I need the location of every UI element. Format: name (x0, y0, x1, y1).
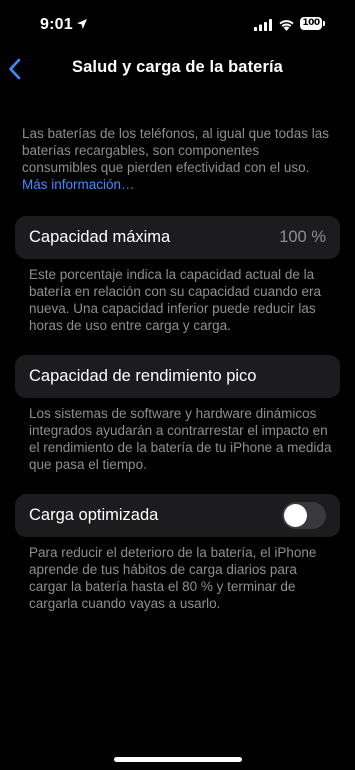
back-button[interactable] (4, 54, 28, 84)
peak-performance-row: Capacidad de rendimiento pico (15, 355, 340, 398)
battery-tip (323, 21, 325, 26)
max-capacity-label: Capacidad máxima (29, 228, 171, 246)
optimized-charging-row: Carga optimizada (15, 494, 340, 537)
intro-text: Las baterías de los teléfonos, al igual … (22, 125, 334, 193)
status-bar: 9:01 100 (0, 0, 355, 50)
wifi-icon (279, 20, 294, 31)
battery-icon: 100 (300, 17, 326, 31)
home-indicator[interactable] (114, 757, 242, 762)
intro-description: Las baterías de los teléfonos, al igual … (22, 126, 329, 175)
peak-performance-footnote: Los sistemas de software y hardware diná… (29, 406, 332, 472)
optimized-charging-footnote: Para reducir el deterioro de la batería,… (29, 545, 317, 611)
max-capacity-footnote: Este porcentaje indica la capacidad actu… (29, 267, 321, 333)
optimized-charging-label: Carga optimizada (29, 506, 159, 524)
page-title: Salud y carga de la batería (72, 58, 283, 76)
optimized-charging-toggle[interactable] (282, 502, 326, 529)
max-capacity-value: 100 % (279, 228, 326, 246)
battery-percent: 100 (300, 17, 322, 30)
toggle-knob (284, 504, 307, 527)
signal-icon (254, 19, 272, 31)
status-time: 9:01 (40, 16, 73, 33)
nav-bar: Salud y carga de la batería (0, 50, 355, 90)
chevron-left-icon (9, 58, 21, 80)
peak-performance-label: Capacidad de rendimiento pico (29, 367, 257, 385)
max-capacity-row: Capacidad máxima 100 % (15, 216, 340, 259)
more-info-link[interactable]: Más información… (22, 177, 135, 192)
location-icon (77, 19, 87, 29)
